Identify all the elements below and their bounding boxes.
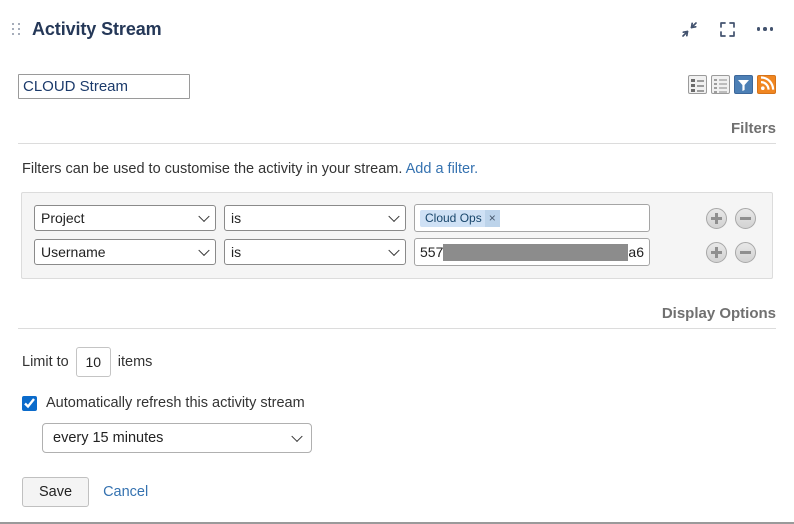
stream-name-row [18,58,776,114]
filter-row: Username is 557 a6 [34,238,760,266]
form-actions: Save Cancel [18,453,776,507]
filter-operator-select[interactable]: is [224,239,406,265]
list-view-icon[interactable] [688,75,707,94]
rss-feed-icon[interactable] [757,75,776,94]
limit-suffix-label: items [117,354,153,370]
limit-prefix-label: Limit to [22,354,69,370]
view-toolbar [688,74,776,94]
refresh-interval-select[interactable]: every 15 minutes [42,423,312,453]
display-options-heading: Display Options [18,299,776,329]
collapse-arrows-icon[interactable] [678,18,700,40]
drag-handle-icon[interactable] [12,21,22,37]
filter-value-chip: Cloud Ops × [420,209,500,227]
filter-field-select-wrap: Username [34,239,216,265]
filter-field-select[interactable]: Project [34,205,216,231]
compact-list-view-icon[interactable] [711,75,730,94]
filter-value-field[interactable]: 557 a6 [414,238,650,266]
filter-funnel-icon[interactable] [734,75,753,94]
redaction-bar [443,243,629,261]
filter-value-field[interactable]: Cloud Ops × [414,204,650,232]
stream-name-input[interactable] [18,74,190,99]
limit-input[interactable] [75,347,111,377]
refresh-interval-select-wrap: every 15 minutes [42,423,312,453]
fullscreen-icon[interactable] [716,18,738,40]
gadget-body: Filters Filters can be used to customise… [0,58,794,522]
refresh-interval-wrap: every 15 minutes [18,411,776,453]
filter-panel: Project is Cloud Ops × Username is 557 a… [21,192,773,279]
cancel-link[interactable]: Cancel [103,484,148,500]
auto-refresh-checkbox[interactable] [22,395,37,411]
auto-refresh-row: Automatically refresh this activity stre… [18,377,776,411]
save-button[interactable]: Save [22,477,90,507]
page-title: Activity Stream [32,18,162,39]
remove-filter-row-button[interactable] [735,207,756,229]
filter-row-buttons [706,207,760,229]
add-a-filter-link[interactable]: Add a filter. [406,161,479,177]
filter-operator-select-wrap: is [224,239,406,265]
limit-row: Limit to items [18,329,776,377]
add-filter-row-button[interactable] [706,207,727,229]
redacted-username-value: 557 a6 [420,243,644,261]
ellipsis-icon[interactable] [754,18,776,40]
remove-filter-row-button[interactable] [735,241,756,263]
value-suffix: a6 [628,244,644,260]
header-actions [678,18,776,40]
chip-label: Cloud Ops [425,211,482,225]
auto-refresh-label: Automatically refresh this activity stre… [46,395,305,411]
filters-description-text: Filters can be used to customise the act… [22,161,403,177]
filter-operator-select-wrap: is [224,205,406,231]
filter-row-buttons [706,241,760,263]
gadget-header: Activity Stream [0,0,794,58]
filter-field-select-wrap: Project [34,205,216,231]
filter-operator-select[interactable]: is [224,205,406,231]
filters-heading: Filters [18,114,776,144]
add-filter-row-button[interactable] [706,241,727,263]
value-prefix: 557 [420,244,444,260]
filter-field-select[interactable]: Username [34,239,216,265]
activity-stream-gadget: Activity Stream CLOUD Stream Filters Fil… [0,0,794,524]
filter-row: Project is Cloud Ops × [34,204,760,232]
chip-remove-icon[interactable]: × [484,209,500,227]
filters-description: Filters can be used to customise the act… [18,144,776,192]
